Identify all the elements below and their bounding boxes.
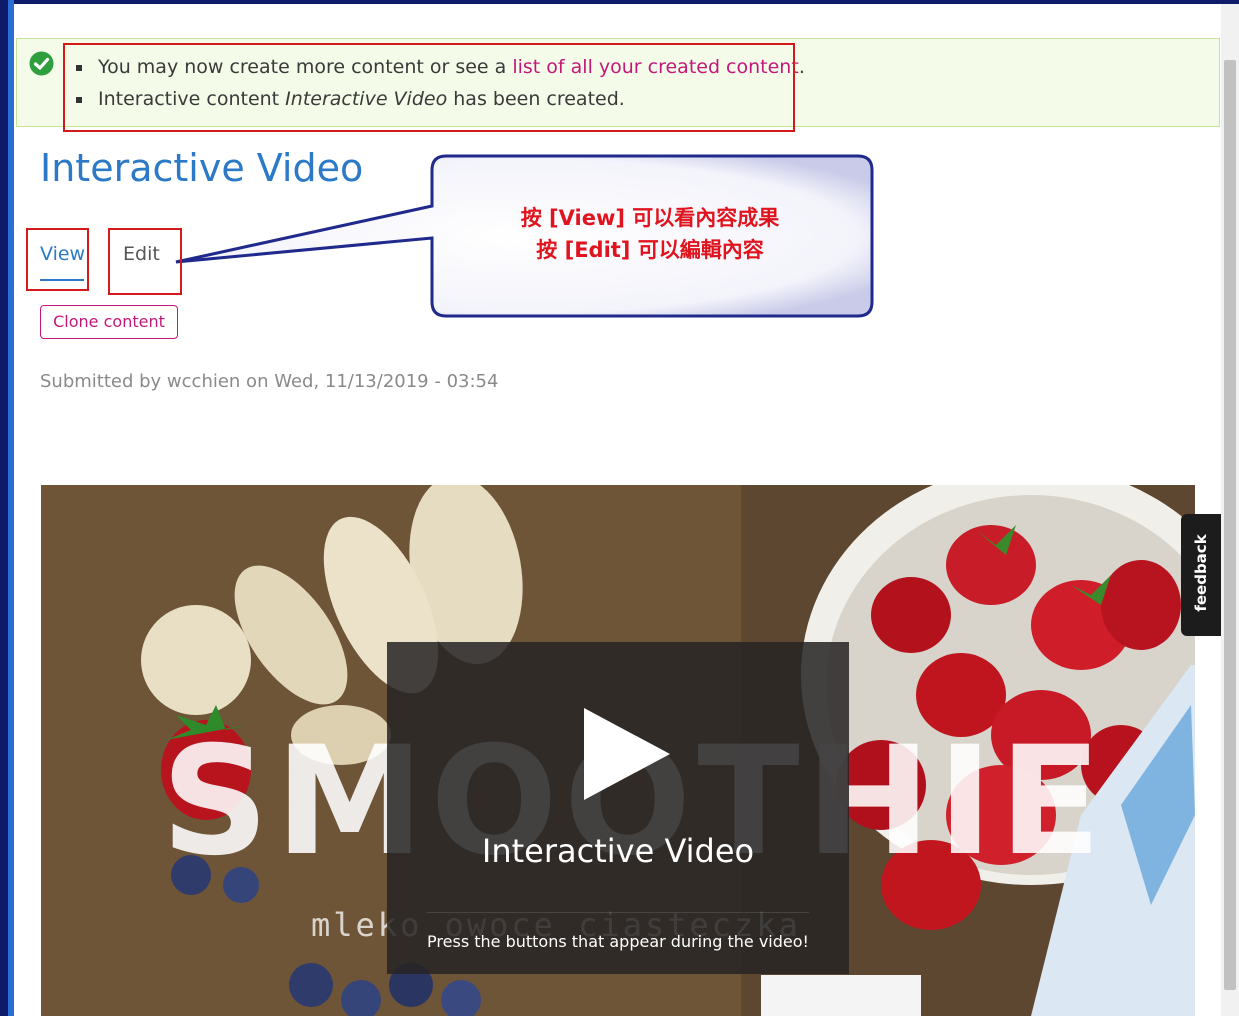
feedback-tab[interactable]: feedback xyxy=(1181,514,1221,636)
play-icon[interactable] xyxy=(574,704,674,804)
window-left-accent xyxy=(8,0,14,1016)
window-top-border xyxy=(0,0,1239,4)
page-scrollbar-thumb[interactable] xyxy=(1224,60,1236,990)
feedback-label: feedback xyxy=(1192,534,1210,612)
clone-content-button[interactable]: Clone content xyxy=(40,305,178,339)
annotation-box-messages xyxy=(63,43,795,132)
annotation-callout-text: 按 [View] 可以看內容成果 按 [Edit] 可以編輯內容 xyxy=(520,206,780,262)
video-start-overlay[interactable]: Interactive Video Press the buttons that… xyxy=(387,642,849,974)
video-description: Press the buttons that appear during the… xyxy=(427,932,809,951)
annotation-box-edit xyxy=(108,228,182,295)
divider xyxy=(427,912,809,913)
submitted-info: Submitted by wcchien on Wed, 11/13/2019 … xyxy=(40,371,499,392)
success-check-icon xyxy=(29,51,54,76)
video-player[interactable]: SMOOTHIE mleko owoce ciasteczka Interact… xyxy=(41,485,1195,1016)
video-title: Interactive Video xyxy=(481,832,755,870)
window-left-border xyxy=(0,0,8,1016)
annotation-box-view xyxy=(26,228,89,291)
